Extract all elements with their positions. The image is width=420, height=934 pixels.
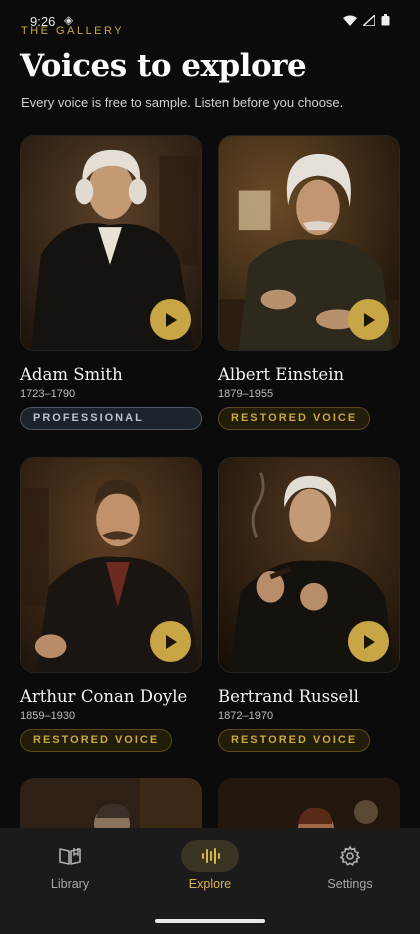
play-icon	[363, 312, 375, 327]
voice-years: 1723–1790	[20, 388, 76, 400]
play-button[interactable]	[348, 621, 389, 662]
voice-badge: RESTORED VOICE	[218, 729, 371, 752]
voice-name: Adam Smith	[20, 365, 123, 384]
voice-card-albert-einstein[interactable]: Albert Einstein 1879–1955 RESTORED VOICE	[218, 135, 400, 430]
status-bar: 9:26 ◈	[0, 0, 420, 44]
tab-settings[interactable]: Settings	[280, 828, 420, 908]
home-indicator[interactable]	[155, 919, 265, 923]
signal-icon	[363, 14, 375, 26]
tab-label: Settings	[327, 877, 373, 891]
voice-badge: RESTORED VOICE	[20, 729, 173, 752]
voice-badge: RESTORED VOICE	[218, 407, 371, 430]
tab-label: Explore	[188, 877, 232, 891]
wifi-icon	[343, 15, 357, 26]
gear-icon	[339, 845, 361, 866]
tab-icon-container	[321, 840, 379, 872]
voice-card-adam-smith[interactable]: Adam Smith 1723–1790 PROFESSIONAL	[20, 135, 202, 430]
voice-card-bertrand-russell[interactable]: Bertrand Russell 1872–1970 RESTORED VOIC…	[218, 457, 400, 752]
play-button[interactable]	[150, 621, 191, 662]
voice-name: Arthur Conan Doyle	[20, 687, 188, 706]
portrait-image[interactable]	[218, 457, 400, 673]
voice-name: Bertrand Russell	[218, 687, 359, 706]
tab-explore[interactable]: Explore	[140, 828, 280, 908]
status-icons	[343, 14, 390, 26]
book-icon	[59, 848, 81, 865]
portrait-image[interactable]	[20, 135, 202, 351]
tab-icon-container	[181, 840, 239, 872]
waveform-icon	[202, 848, 220, 864]
voice-name: Albert Einstein	[218, 365, 344, 384]
section-eyebrow: THE GALLERY	[21, 25, 125, 37]
voice-card-arthur-conan-doyle[interactable]: Arthur Conan Doyle 1859–1930 RESTORED VO…	[20, 457, 202, 752]
play-button[interactable]	[348, 299, 389, 340]
battery-icon	[381, 14, 390, 26]
play-icon	[165, 634, 177, 649]
tab-icon-container	[41, 840, 99, 872]
voice-years: 1859–1930	[20, 710, 76, 722]
voice-years: 1872–1970	[218, 710, 274, 722]
page-title: Voices to explore	[20, 48, 307, 84]
tab-library[interactable]: Library	[0, 828, 140, 908]
play-button[interactable]	[150, 299, 191, 340]
play-icon	[165, 312, 177, 327]
voice-badge: PROFESSIONAL	[20, 407, 202, 430]
portrait-image[interactable]	[218, 135, 400, 351]
portrait-image[interactable]	[20, 457, 202, 673]
voice-years: 1879–1955	[218, 388, 274, 400]
tab-label: Library	[50, 877, 90, 891]
play-icon	[363, 634, 375, 649]
page-subtitle: Every voice is free to sample. Listen be…	[21, 95, 344, 110]
